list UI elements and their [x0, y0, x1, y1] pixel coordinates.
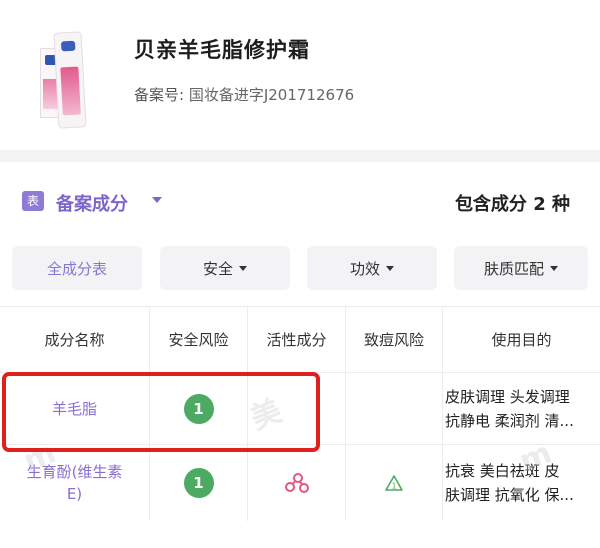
filter-bar: 全成分表 安全 功效 肤质匹配: [0, 246, 600, 290]
svg-text:1: 1: [391, 482, 396, 491]
product-tube: [53, 31, 87, 129]
filter-safety[interactable]: 安全: [160, 246, 290, 290]
product-image: [38, 18, 106, 130]
registration-info: 备案号: 国妆备进字J201712676: [134, 84, 354, 105]
header-acne-risk: 致痘风险: [346, 307, 443, 372]
filter-efficacy[interactable]: 功效: [307, 246, 437, 290]
filter-all-ingredients[interactable]: 全成分表: [12, 246, 142, 290]
purpose-line: 抗静电 柔润剂 清...: [445, 411, 574, 430]
product-name: 贝亲羊毛脂修护霜: [134, 38, 310, 62]
filter-label: 肤质匹配: [483, 259, 544, 278]
purpose-line: 皮肤调理 头发调理: [445, 387, 570, 406]
chevron-down-icon[interactable]: [152, 197, 162, 203]
table-header: 成分名称 安全风险 活性成分 致痘风险 使用目的: [0, 307, 600, 373]
filter-skin-match[interactable]: 肤质匹配: [454, 246, 588, 290]
ingredient-name-cell[interactable]: 生育酚(维生素 E): [0, 445, 150, 521]
ingredient-name-cell[interactable]: 羊毛脂: [0, 373, 150, 444]
safety-cell: 1: [150, 445, 248, 521]
table-row[interactable]: 羊毛脂 1 皮肤调理 头发调理 抗静电 柔润剂 清...: [0, 373, 600, 445]
active-cell: [248, 373, 346, 444]
warning-triangle-icon[interactable]: 1: [384, 474, 404, 492]
purpose-line: 抗衰 美白祛斑 皮: [445, 462, 560, 480]
product-card: 贝亲羊毛脂修护霜 备案号: 国妆备进字J201712676: [0, 0, 600, 150]
section-divider: [0, 150, 600, 162]
section-header: 表 备案成分 包含成分 2 种: [0, 162, 600, 234]
ingredient-name-line: E): [66, 485, 83, 503]
registration-label: 备案号:: [134, 86, 185, 104]
header-active-ingredient: 活性成分: [248, 307, 346, 372]
section-title-dropdown[interactable]: 备案成分: [56, 190, 128, 216]
ingredient-name-link[interactable]: 生育酚(维生素 E): [27, 461, 123, 505]
registration-value: 国妆备进字J201712676: [188, 86, 355, 104]
active-ingredient-icon[interactable]: [284, 472, 310, 494]
acne-cell: [346, 373, 443, 444]
ingredient-count: 包含成分 2 种: [454, 194, 570, 215]
header-safety-risk: 安全风险: [150, 307, 248, 372]
chevron-down-icon: [386, 265, 394, 271]
purpose-cell: 抗衰 美白祛斑 皮 肤调理 抗氧化 保...: [443, 445, 600, 521]
safety-cell: 1: [150, 373, 248, 444]
ingredient-name-link[interactable]: 羊毛脂: [52, 398, 97, 420]
safety-score-badge: 1: [183, 393, 214, 424]
ingredient-table: 成分名称 安全风险 活性成分 致痘风险 使用目的 羊毛脂 1 皮肤调理 头发调理…: [0, 306, 600, 548]
table-row[interactable]: 生育酚(维生素 E) 1 1 抗衰 美白祛斑 皮 肤调理 抗氧化 保...: [0, 445, 600, 521]
acne-cell: 1: [346, 445, 443, 521]
purpose-cell: 皮肤调理 头发调理 抗静电 柔润剂 清...: [443, 373, 600, 444]
filter-label: 全成分表: [46, 259, 107, 278]
table-icon: 表: [22, 191, 44, 211]
active-cell: [248, 445, 346, 521]
header-purpose: 使用目的: [491, 331, 552, 349]
purpose-line: 肤调理 抗氧化 保...: [445, 486, 574, 504]
header-ingredient-name: 成分名称: [0, 307, 150, 372]
chevron-down-icon: [550, 265, 558, 271]
filter-label: 功效: [349, 259, 380, 278]
safety-score-badge: 1: [183, 468, 214, 498]
chevron-down-icon: [239, 265, 247, 271]
ingredient-name-line: 生育酚(维生素: [26, 463, 123, 481]
filter-label: 安全: [202, 259, 233, 278]
